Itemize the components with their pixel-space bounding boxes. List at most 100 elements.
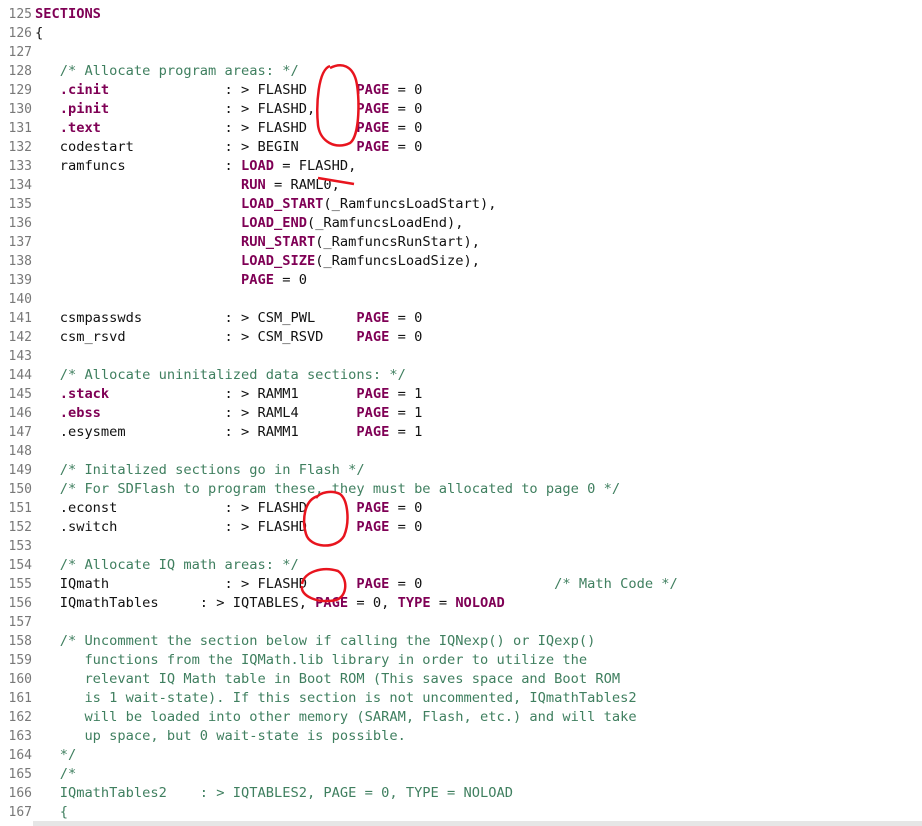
code-comment: relevant IQ Math table in Boot ROM (This… — [35, 671, 621, 687]
code-text: = 1 — [389, 424, 423, 440]
line-code: IQmathTables : > IQTABLES, PAGE = 0, TYP… — [35, 594, 505, 613]
code-line[interactable]: 152 .switch : > FLASHD PAGE = 0 — [0, 518, 922, 537]
code-line[interactable]: 129 .cinit : > FLASHD PAGE = 0 — [0, 81, 922, 100]
code-line[interactable]: 137 RUN_START(_RamfuncsRunStart), — [0, 233, 922, 252]
line-code: .text : > FLASHD PAGE = 0 — [35, 119, 423, 138]
code-keyword: SECTIONS — [35, 6, 101, 22]
line-number: 152 — [8, 520, 32, 535]
code-text: = 0 — [389, 576, 555, 592]
code-line[interactable]: 126{ — [0, 24, 922, 43]
line-number: 147 — [8, 425, 32, 440]
line-number: 165 — [8, 767, 32, 782]
code-line[interactable]: 136 LOAD_END(_RamfuncsLoadEnd), — [0, 214, 922, 233]
line-code: { — [35, 803, 68, 822]
code-line[interactable]: 151 .econst : > FLASHD PAGE = 0 — [0, 499, 922, 518]
code-comment: /* Allocate uninitalized data sections: … — [35, 367, 406, 383]
line-code: /* — [35, 765, 76, 784]
code-line[interactable]: 131 .text : > FLASHD PAGE = 0 — [0, 119, 922, 138]
line-number: 150 — [8, 482, 32, 497]
code-line[interactable]: 138 LOAD_SIZE(_RamfuncsLoadSize), — [0, 252, 922, 271]
code-line[interactable]: 149 /* Initalized sections go in Flash *… — [0, 461, 922, 480]
code-line[interactable]: 163 up space, but 0 wait-state is possib… — [0, 727, 922, 746]
code-keyword: PAGE — [356, 120, 390, 136]
code-line[interactable]: 150 /* For SDFlash to program these, the… — [0, 480, 922, 499]
code-line[interactable]: 134 RUN = RAML0, — [0, 176, 922, 195]
line-number: 134 — [8, 178, 32, 193]
code-text: (_RamfuncsLoadStart), — [323, 196, 497, 212]
line-number: 145 — [8, 387, 32, 402]
code-line[interactable]: 153 — [0, 537, 922, 556]
code-line[interactable]: 128 /* Allocate program areas: */ — [0, 62, 922, 81]
line-code: .ebss : > RAML4 PAGE = 1 — [35, 404, 423, 423]
line-code: SECTIONS — [35, 5, 101, 24]
code-line[interactable]: 130 .pinit : > FLASHD, PAGE = 0 — [0, 100, 922, 119]
code-line[interactable]: 155 IQmath : > FLASHD PAGE = 0 /* Math C… — [0, 575, 922, 594]
code-text: csm_rsvd : > CSM_RSVD — [35, 329, 357, 345]
code-keyword: LOAD — [241, 158, 274, 174]
code-line[interactable]: 143 — [0, 347, 922, 366]
code-text: IQmath : > FLASHD — [35, 576, 357, 592]
code-line[interactable]: 141 csmpasswds : > CSM_PWL PAGE = 0 — [0, 309, 922, 328]
code-line[interactable]: 167 { — [0, 803, 922, 822]
code-keyword: PAGE — [356, 500, 390, 516]
code-line[interactable]: 142 csm_rsvd : > CSM_RSVD PAGE = 0 — [0, 328, 922, 347]
code-line[interactable]: 139 PAGE = 0 — [0, 271, 922, 290]
code-line[interactable]: 144 /* Allocate uninitalized data sectio… — [0, 366, 922, 385]
line-code: /* For SDFlash to program these, they mu… — [35, 480, 620, 499]
code-line[interactable]: 127 — [0, 43, 922, 62]
code-line[interactable]: 160 relevant IQ Math table in Boot ROM (… — [0, 670, 922, 689]
code-line[interactable]: 132 codestart : > BEGIN PAGE = 0 — [0, 138, 922, 157]
code-comment: functions from the IQMath.lib library in… — [35, 652, 588, 668]
line-code: PAGE = 0 — [35, 271, 307, 290]
code-line[interactable]: 154 /* Allocate IQ math areas: */ — [0, 556, 922, 575]
line-number: 161 — [8, 691, 32, 706]
horizontal-scrollbar[interactable] — [33, 821, 922, 826]
line-number: 142 — [8, 330, 32, 345]
code-line[interactable]: 159 functions from the IQMath.lib librar… — [0, 651, 922, 670]
code-line[interactable]: 158 /* Uncomment the section below if ca… — [0, 632, 922, 651]
line-code: /* Allocate IQ math areas: */ — [35, 556, 299, 575]
code-line[interactable]: 162 will be loaded into other memory (SA… — [0, 708, 922, 727]
line-number: 160 — [8, 672, 32, 687]
code-line[interactable]: 166 IQmathTables2 : > IQTABLES2, PAGE = … — [0, 784, 922, 803]
code-keyword: .pinit — [35, 101, 110, 117]
code-line[interactable]: 135 LOAD_START(_RamfuncsLoadStart), — [0, 195, 922, 214]
code-line[interactable]: 148 — [0, 442, 922, 461]
line-number: 159 — [8, 653, 32, 668]
line-number: 153 — [8, 539, 32, 554]
code-comment: is 1 wait-state). If this section is not… — [35, 690, 637, 706]
code-line[interactable]: 156 IQmathTables : > IQTABLES, PAGE = 0,… — [0, 594, 922, 613]
code-text: (_RamfuncsLoadEnd), — [306, 215, 464, 231]
code-text: (_RamfuncsRunStart), — [315, 234, 480, 250]
code-text: : > FLASHD — [100, 120, 357, 136]
code-keyword: LOAD_START — [241, 196, 324, 212]
code-line[interactable]: 140 — [0, 290, 922, 309]
code-text: .econst : > FLASHD — [35, 500, 357, 516]
code-line[interactable]: 125 SECTIONS — [0, 5, 922, 24]
line-code: /* Initalized sections go in Flash */ — [35, 461, 365, 480]
code-line[interactable]: 157 — [0, 613, 922, 632]
line-number: 137 — [8, 235, 32, 250]
code-comment: /* Initalized sections go in Flash */ — [35, 462, 365, 478]
line-number: 151 — [8, 501, 32, 516]
code-line[interactable]: 165 /* — [0, 765, 922, 784]
code-line[interactable]: 133 ramfuncs : LOAD = FLASHD, — [0, 157, 922, 176]
code-editor[interactable]: 125 SECTIONS 126{127 128 /* Allocate progra… — [0, 0, 922, 826]
line-code: /* Allocate uninitalized data sections: … — [35, 366, 406, 385]
code-comment: /* Allocate IQ math areas: */ — [35, 557, 299, 573]
code-text: { — [35, 25, 44, 41]
code-line[interactable]: 145 .stack : > RAMM1 PAGE = 1 — [0, 385, 922, 404]
code-line[interactable]: 164 */ — [0, 746, 922, 765]
code-text: = 1 — [389, 405, 423, 421]
code-line[interactable]: 161 is 1 wait-state). If this section is… — [0, 689, 922, 708]
code-line[interactable]: 146 .ebss : > RAML4 PAGE = 1 — [0, 404, 922, 423]
code-line[interactable]: 147 .esysmem : > RAMM1 PAGE = 1 — [0, 423, 922, 442]
line-number: 131 — [8, 121, 32, 136]
line-number: 149 — [8, 463, 32, 478]
code-text: : > RAML4 — [100, 405, 357, 421]
line-code: RUN_START(_RamfuncsRunStart), — [35, 233, 480, 252]
code-text: = 0 — [389, 82, 423, 98]
line-number: 126 — [8, 26, 32, 41]
code-keyword: PAGE — [356, 101, 390, 117]
